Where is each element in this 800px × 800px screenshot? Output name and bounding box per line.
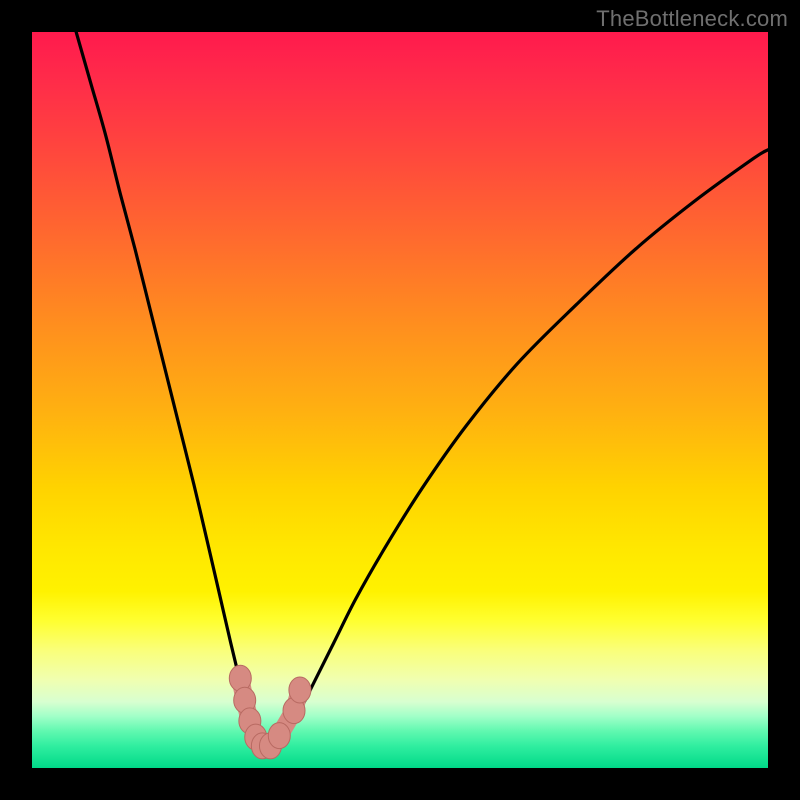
marker-layer bbox=[32, 32, 768, 768]
plot-area bbox=[32, 32, 768, 768]
watermark-text: TheBottleneck.com bbox=[596, 6, 788, 32]
marker-group bbox=[229, 665, 311, 759]
data-marker bbox=[268, 723, 290, 749]
chart-frame: TheBottleneck.com bbox=[0, 0, 800, 800]
data-marker bbox=[289, 677, 311, 703]
data-marker bbox=[229, 665, 251, 691]
